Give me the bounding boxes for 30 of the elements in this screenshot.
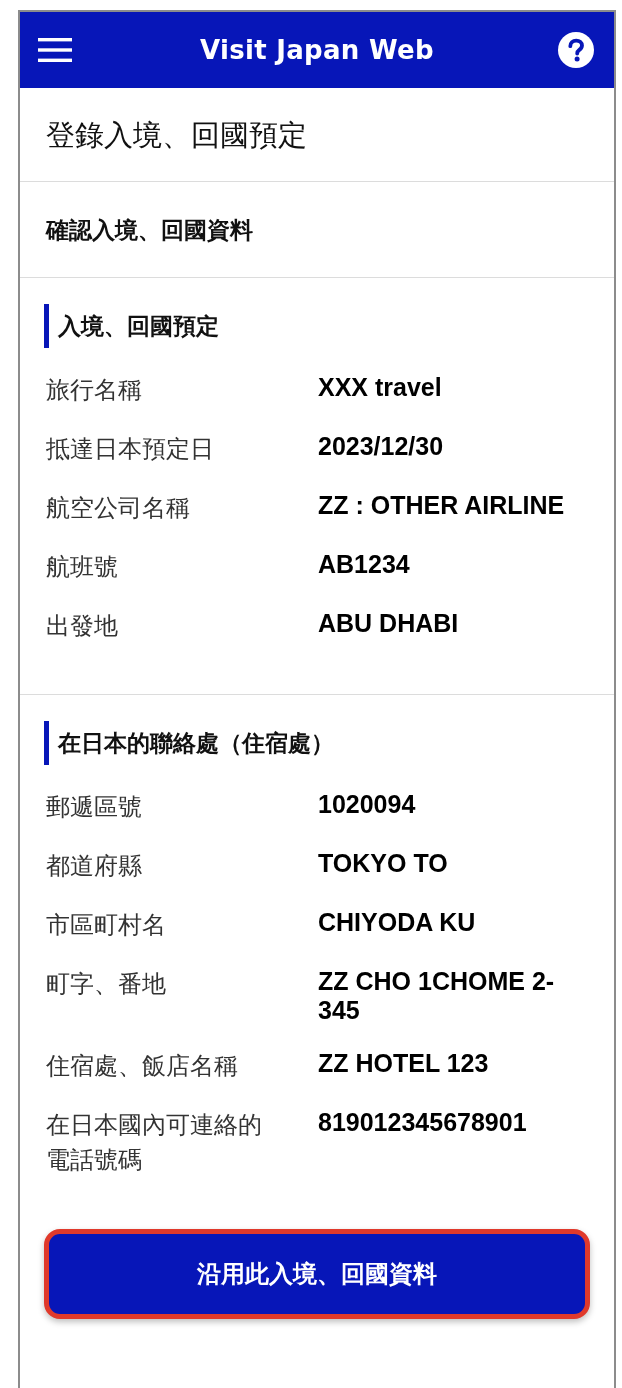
field-label: 町字、番地 bbox=[46, 969, 167, 1000]
field-value: ABU DHABI bbox=[318, 609, 460, 638]
field-label: 住宿處、飯店名稱 bbox=[46, 1051, 239, 1082]
app-title: Visit Japan Web bbox=[200, 35, 434, 65]
field-label: 都道府縣 bbox=[46, 851, 143, 882]
section-subtitle: 確認入境、回國資料 bbox=[46, 215, 253, 245]
field-label: 航班號 bbox=[46, 552, 119, 583]
menu-icon[interactable] bbox=[38, 38, 72, 62]
field-value: 2023/12/30 bbox=[318, 432, 445, 461]
field-value: XXX travel bbox=[318, 373, 443, 402]
confirm-button[interactable]: 沿用此入境、回國資料 bbox=[44, 1229, 590, 1319]
field-value: TOKYO TO bbox=[318, 849, 449, 878]
field-label: 出發地 bbox=[46, 611, 119, 642]
field-value: ZZ CHO 1CHOME 2-345 bbox=[318, 967, 556, 1025]
field-value: 819012345678901 bbox=[318, 1108, 528, 1137]
field-value: 1020094 bbox=[318, 790, 417, 819]
field-label: 在日本國內可連絡的電話號碼 bbox=[46, 1110, 263, 1176]
field-value: ZZ HOTEL 123 bbox=[318, 1049, 490, 1078]
help-icon[interactable] bbox=[558, 32, 594, 68]
field-label: 郵遞區號 bbox=[46, 792, 143, 823]
field-value: AB1234 bbox=[318, 550, 411, 579]
field-label: 旅行名稱 bbox=[46, 375, 143, 406]
field-label: 抵達日本預定日 bbox=[46, 434, 215, 465]
field-value: ZZ : OTHER AIRLINE bbox=[318, 491, 566, 520]
field-label: 航空公司名稱 bbox=[46, 493, 191, 524]
page-title: 登錄入境、回國預定 bbox=[46, 116, 307, 154]
section-heading: 入境、回國預定 bbox=[44, 304, 219, 348]
field-label: 市區町村名 bbox=[46, 910, 167, 941]
field-value: CHIYODA KU bbox=[318, 908, 477, 937]
section-heading: 在日本的聯絡處（住宿處） bbox=[44, 721, 334, 765]
